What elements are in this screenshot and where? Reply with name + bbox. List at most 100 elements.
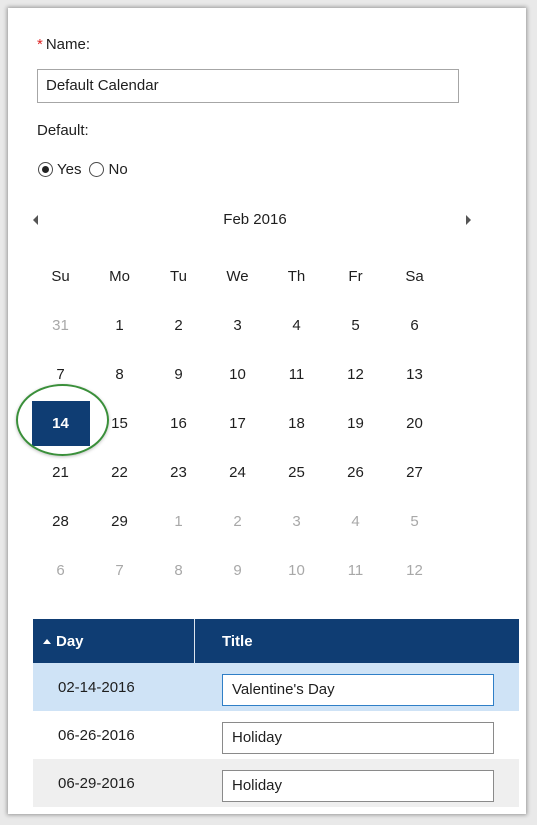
title-input[interactable]: Holiday — [222, 721, 494, 754]
table-row[interactable]: 02-14-2016 Valentine's Day — [33, 663, 519, 711]
column-header-day-label: Day — [56, 632, 84, 650]
calendar-day[interactable]: 6 — [31, 546, 90, 595]
calendar-day-number: 9 — [233, 562, 242, 579]
default-label: Default: — [37, 122, 89, 139]
calendar-day[interactable]: 13 — [385, 350, 444, 399]
calendar-day-number: 12 — [406, 562, 423, 579]
calendar-day-number: 3 — [233, 317, 242, 334]
calendar-day[interactable]: 11 — [326, 546, 385, 595]
calendar-day[interactable]: 29 — [90, 497, 149, 546]
title-input[interactable]: Valentine's Day — [222, 673, 494, 706]
calendar-day-number: 27 — [406, 464, 423, 481]
calendar-day[interactable]: 23 — [149, 448, 208, 497]
calendar-day-number: 21 — [52, 464, 69, 481]
calendar-day-number: 16 — [170, 415, 187, 432]
calendar-day[interactable]: 10 — [208, 350, 267, 399]
calendar-day-number: 31 — [52, 317, 69, 334]
table-row[interactable]: 06-26-2016 Holiday — [33, 711, 519, 759]
calendar-day[interactable]: 9 — [208, 546, 267, 595]
calendar-day[interactable]: 17 — [208, 399, 267, 448]
calendar-day-number: 4 — [292, 317, 301, 334]
calendar-day-number: 17 — [229, 415, 246, 432]
calendar-day-number: 19 — [347, 415, 364, 432]
radio-yes[interactable] — [38, 162, 53, 177]
calendar-day-number: 22 — [111, 464, 128, 481]
calendar-day[interactable]: 3 — [208, 301, 267, 350]
day-cell: 06-29-2016 — [58, 774, 135, 792]
calendar-day-number: 10 — [288, 562, 305, 579]
column-header-day[interactable]: Day — [33, 619, 195, 663]
calendar-day[interactable]: 18 — [267, 399, 326, 448]
calendar-day-number: 2 — [233, 513, 242, 530]
calendar-day[interactable]: 1 — [149, 497, 208, 546]
calendar-day[interactable]: 26 — [326, 448, 385, 497]
calendar-day-number: 10 — [229, 366, 246, 383]
calendar-day[interactable]: 1 — [90, 301, 149, 350]
calendar-day[interactable]: 12 — [385, 546, 444, 595]
next-month-icon[interactable] — [466, 215, 471, 225]
name-field[interactable]: Default Calendar — [37, 69, 459, 103]
day-cell: 06-26-2016 — [58, 726, 135, 744]
calendar-day[interactable]: 22 — [90, 448, 149, 497]
calendar-day[interactable]: 10 — [267, 546, 326, 595]
calendar-day[interactable]: 4 — [267, 301, 326, 350]
weekday-header: Fr — [348, 268, 363, 285]
calendar-day[interactable]: 19 — [326, 399, 385, 448]
calendar-day[interactable]: 8 — [149, 546, 208, 595]
title-input[interactable]: Holiday — [222, 769, 494, 802]
calendar-day-number: 8 — [115, 366, 124, 383]
calendar-day[interactable]: 31 — [31, 301, 90, 350]
calendar-day-number: 7 — [115, 562, 124, 579]
highlight-ring — [16, 384, 109, 456]
calendar-day[interactable]: 25 — [267, 448, 326, 497]
calendar-day[interactable]: 7 — [90, 546, 149, 595]
calendar-day-number: 4 — [351, 513, 360, 530]
name-label-row: * Name: — [37, 36, 90, 53]
calendar-day[interactable]: 9 — [149, 350, 208, 399]
calendar-day[interactable]: 4 — [326, 497, 385, 546]
calendar-day[interactable]: 20 — [385, 399, 444, 448]
weekday-header: Sa — [405, 268, 424, 285]
calendar-day-number: 8 — [174, 562, 183, 579]
calendar-day[interactable]: 12 — [326, 350, 385, 399]
calendar-day[interactable]: 8 — [90, 350, 149, 399]
calendar-day-number: 12 — [347, 366, 364, 383]
table-body: 02-14-2016 Valentine's Day 06-26-2016 Holid… — [33, 663, 519, 807]
table-row[interactable]: 06-29-2016 Holiday — [33, 759, 519, 807]
calendar-day[interactable]: 5 — [326, 301, 385, 350]
radio-selected-dot — [42, 166, 49, 173]
calendar-day-number: 24 — [229, 464, 246, 481]
calendar-day-number: 18 — [288, 415, 305, 432]
calendar-day[interactable]: 16 — [149, 399, 208, 448]
calendar-day[interactable]: 2 — [208, 497, 267, 546]
calendar-day-number: 1 — [115, 317, 124, 334]
title-cell: Holiday — [195, 765, 519, 802]
calendar-day-number: 11 — [347, 562, 364, 579]
title-cell: Holiday — [195, 717, 519, 754]
calendar-day-number: 28 — [52, 513, 69, 530]
calendar-day-number: 23 — [170, 464, 187, 481]
default-radio-group: Yes No — [38, 161, 136, 178]
calendar-day[interactable]: 28 — [31, 497, 90, 546]
weekday-header: Tu — [170, 268, 187, 285]
weekday-header: Mo — [109, 268, 130, 285]
column-header-title[interactable]: Title — [195, 633, 519, 650]
calendar-day-number: 11 — [288, 366, 305, 383]
calendar-day[interactable]: 24 — [208, 448, 267, 497]
day-cell: 02-14-2016 — [58, 678, 135, 696]
calendar-day-number: 7 — [56, 366, 65, 383]
calendar-day-number: 15 — [111, 415, 128, 432]
month-title[interactable]: Feb 2016 — [30, 211, 480, 228]
calendar-day[interactable]: 27 — [385, 448, 444, 497]
calendar-day[interactable]: 2 — [149, 301, 208, 350]
calendar-day[interactable]: 11 — [267, 350, 326, 399]
calendar-day[interactable]: 6 — [385, 301, 444, 350]
radio-no[interactable] — [89, 162, 105, 177]
calendar-day[interactable]: 5 — [385, 497, 444, 546]
column-header-title-label: Title — [222, 632, 253, 650]
radio-no-label[interactable]: No — [108, 161, 127, 178]
calendar-day[interactable]: 3 — [267, 497, 326, 546]
weekday-header: Th — [287, 268, 306, 285]
radio-yes-label[interactable]: Yes — [57, 161, 81, 178]
calendar-editor-panel: * Name: Default Calendar Default: Yes No … — [8, 8, 526, 814]
